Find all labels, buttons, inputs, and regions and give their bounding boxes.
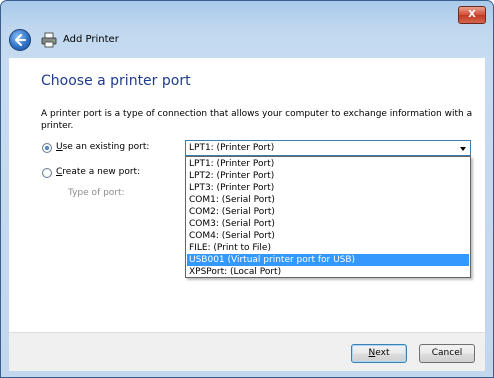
port-option[interactable]: LPT2: (Printer Port) xyxy=(187,170,469,182)
cancel-button[interactable]: Cancel xyxy=(419,344,475,363)
page-heading: Choose a printer port xyxy=(41,73,191,89)
back-button[interactable] xyxy=(9,29,31,51)
create-new-port-radio[interactable] xyxy=(42,168,52,178)
close-button[interactable]: X xyxy=(458,6,486,24)
port-option[interactable]: COM1: (Serial Port) xyxy=(187,194,469,206)
port-dropdown-list: LPT1: (Printer Port) LPT2: (Printer Port… xyxy=(185,156,471,278)
next-button[interactable]: Next xyxy=(351,344,407,363)
back-arrow-icon xyxy=(15,34,26,46)
add-printer-window: X Add Printer Choose a printer port A pr… xyxy=(0,0,494,378)
port-option[interactable]: XPSPort: (Local Port) xyxy=(187,266,469,278)
port-option[interactable]: LPT3: (Printer Port) xyxy=(187,182,469,194)
port-option-highlighted[interactable]: USB001 (Virtual printer port for USB) xyxy=(187,254,469,266)
combobox-value: LPT1: (Printer Port) xyxy=(189,143,275,153)
use-existing-port-radio[interactable] xyxy=(42,143,52,153)
port-option[interactable]: FILE: (Print to File) xyxy=(187,242,469,254)
page-description: A printer port is a type of connection t… xyxy=(41,109,473,131)
use-existing-port-label[interactable]: Use an existing port: xyxy=(56,142,149,152)
dialog-title: Add Printer xyxy=(63,34,119,45)
port-option[interactable]: LPT1: (Printer Port) xyxy=(187,158,469,170)
wizard-content: Choose a printer port A printer port is … xyxy=(9,58,485,332)
port-option[interactable]: COM2: (Serial Port) xyxy=(187,206,469,218)
existing-port-combobox[interactable]: LPT1: (Printer Port) xyxy=(185,140,471,156)
port-option[interactable]: COM4: (Serial Port) xyxy=(187,230,469,242)
wizard-footer: Next Cancel xyxy=(9,332,485,371)
port-option[interactable]: COM3: (Serial Port) xyxy=(187,218,469,230)
chevron-down-icon[interactable] xyxy=(460,147,466,151)
printer-icon xyxy=(41,32,57,48)
create-new-port-label[interactable]: Create a new port: xyxy=(56,167,140,177)
radio-selected-dot xyxy=(45,146,49,150)
type-of-port-label: Type of port: xyxy=(68,188,125,198)
